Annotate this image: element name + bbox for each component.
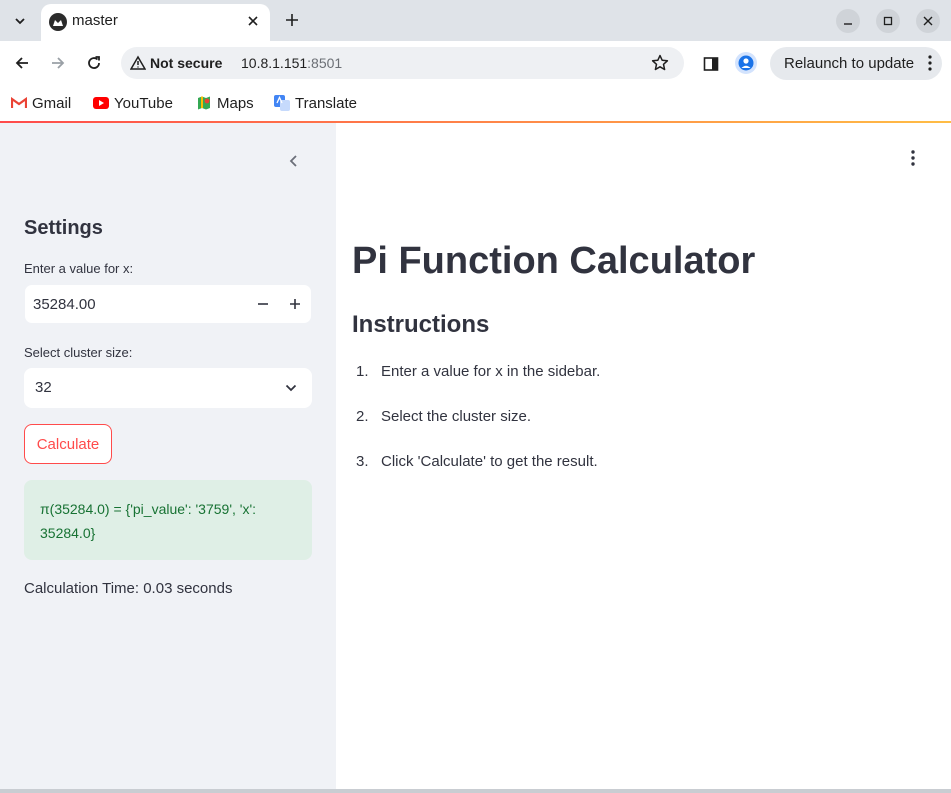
address-bar[interactable]: Not secure 10.8.1.151:8501 [121, 47, 684, 79]
bookmark-label: Maps [217, 94, 254, 112]
more-vert-icon [911, 150, 915, 166]
side-panel-icon [703, 57, 719, 71]
translate-icon [274, 95, 290, 111]
tab-title: master [72, 12, 118, 29]
bookmarks-bar: Gmail YouTube Maps Translate [0, 86, 951, 120]
plus-icon [286, 14, 298, 26]
step-text: Enter a value for x in the sidebar. [381, 363, 601, 380]
cluster-size-select[interactable]: 32 [24, 368, 312, 408]
bookmark-translate[interactable]: Translate [274, 93, 357, 113]
bookmark-star-button[interactable] [650, 53, 670, 73]
result-text: π(35284.0) = {'pi_value': '3759', 'x': 3… [40, 501, 257, 541]
collapse-sidebar-button[interactable] [283, 150, 305, 172]
more-vert-icon[interactable] [928, 55, 932, 75]
calculate-button[interactable]: Calculate [24, 424, 112, 464]
relaunch-label: Relaunch to update [784, 55, 915, 72]
step-number: 3. [356, 453, 369, 470]
url-text: 10.8.1.151:8501 [241, 55, 342, 71]
relaunch-button[interactable]: Relaunch to update [770, 47, 942, 80]
plus-icon [290, 299, 300, 309]
result-alert: π(35284.0) = {'pi_value': '3759', 'x': 3… [24, 480, 312, 560]
bookmark-youtube[interactable]: YouTube [93, 93, 173, 113]
star-icon [651, 54, 669, 71]
tab-close-icon[interactable] [244, 12, 262, 30]
maximize-icon [883, 16, 893, 26]
main-content: Pi Function Calculator Instructions 1. E… [336, 123, 951, 790]
forward-button[interactable] [46, 51, 70, 75]
gmail-icon [11, 97, 27, 108]
browser-toolbar: Not secure 10.8.1.151:8501 Relaunch to u… [0, 41, 951, 86]
x-input-value[interactable]: 35284.00 [33, 296, 96, 313]
close-icon [923, 16, 933, 26]
cluster-select-value: 32 [35, 379, 52, 396]
chevron-down-icon [15, 18, 25, 25]
bookmark-label: Gmail [32, 94, 72, 112]
close-window-button[interactable] [916, 9, 940, 33]
person-icon [738, 55, 754, 71]
tab-strip: master [0, 0, 951, 41]
bookmark-maps[interactable]: Maps [196, 93, 254, 113]
increment-button[interactable] [281, 290, 309, 318]
reload-button[interactable] [82, 51, 106, 75]
tab-search-button[interactable] [7, 8, 33, 34]
url-port: :8501 [307, 55, 343, 71]
arrow-right-icon [52, 57, 65, 69]
reload-icon [88, 56, 100, 69]
url-host: 10.8.1.151 [241, 55, 308, 71]
new-tab-button[interactable] [281, 9, 303, 31]
youtube-icon [93, 97, 109, 109]
cluster-select-label: Select cluster size: [24, 345, 133, 360]
chevron-down-icon [282, 379, 300, 397]
window-bottom-edge [0, 789, 951, 793]
profile-button[interactable] [735, 52, 757, 74]
x-input-label: Enter a value for x: [24, 261, 134, 276]
streamlit-favicon-icon [49, 13, 67, 31]
calculation-time: Calculation Time: 0.03 seconds [24, 580, 233, 597]
bookmark-label: YouTube [114, 94, 173, 112]
main-menu-button[interactable] [903, 147, 923, 169]
maps-icon [198, 96, 210, 110]
security-label: Not secure [150, 55, 223, 71]
step-number: 2. [356, 408, 369, 425]
browser-tab[interactable]: master [41, 4, 270, 41]
chevron-left-icon [289, 155, 297, 167]
minimize-button[interactable] [836, 9, 860, 33]
step-text: Select the cluster size. [381, 408, 532, 425]
step-text: Click 'Calculate' to get the result. [381, 453, 598, 470]
security-chip[interactable]: Not secure [130, 53, 222, 73]
sidebar-title: Settings [24, 217, 103, 239]
back-button[interactable] [10, 51, 34, 75]
sidebar: Settings Enter a value for x: 35284.00 S… [0, 123, 336, 790]
maximize-button[interactable] [876, 9, 900, 33]
minus-icon [258, 303, 268, 305]
side-panel-button[interactable] [700, 53, 722, 75]
decrement-button[interactable] [249, 290, 277, 318]
arrow-left-icon [15, 57, 28, 69]
step-number: 1. [356, 363, 369, 380]
minimize-icon [844, 23, 852, 25]
bookmark-label: Translate [295, 94, 357, 112]
warning-icon [130, 55, 146, 70]
instructions-heading: Instructions [352, 311, 490, 338]
bookmark-gmail[interactable]: Gmail [11, 93, 71, 113]
page-title: Pi Function Calculator [352, 240, 756, 282]
x-number-input[interactable]: 35284.00 [24, 284, 312, 324]
